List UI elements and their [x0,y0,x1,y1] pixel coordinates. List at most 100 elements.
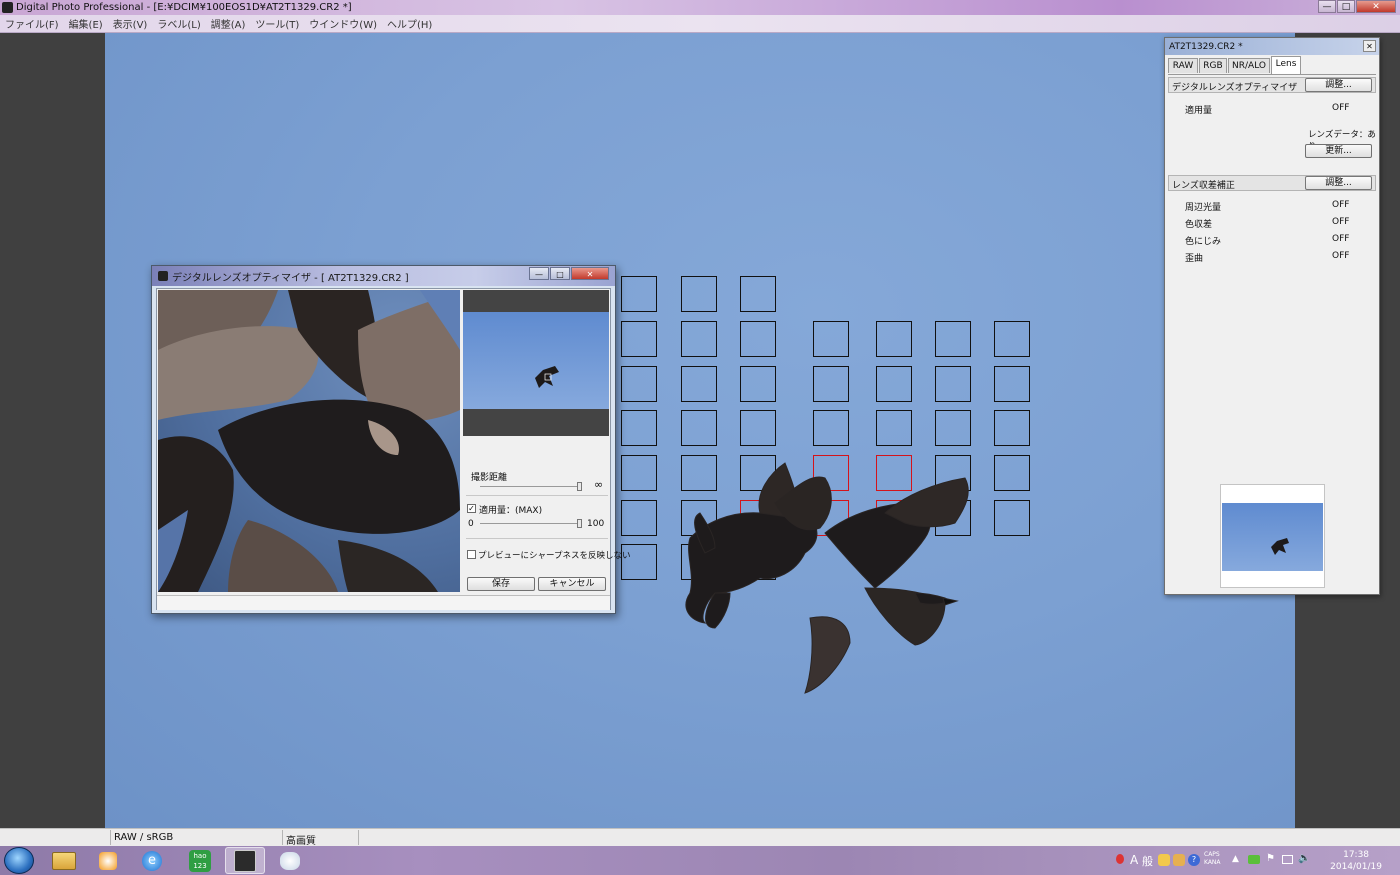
tab-lens[interactable]: Lens [1271,56,1301,74]
menu-view[interactable]: 表示(V) [113,16,148,31]
help-icon[interactable]: ? [1188,854,1200,866]
menu-tools[interactable]: ツール(T) [255,16,299,31]
tool-palette: AT2T1329.CR2 * ✕ RAW RGB NR/ALO Lens デジタ… [1164,37,1380,595]
ime-a-indicator[interactable]: A [1130,853,1138,867]
dialog-title-bar[interactable]: デジタルレンズオプティマイザ - [ AT2T1329.CR2 ] — □ ✕ [152,266,615,286]
palette-close-button[interactable]: ✕ [1363,40,1376,52]
media-player-taskbar-icon[interactable] [88,847,128,874]
aberration-section-header: レンズ収差補正 調整... [1168,175,1376,191]
network-icon[interactable] [1282,855,1293,864]
dpp-taskbar-icon[interactable] [225,847,265,874]
amount-label: 適用量：(MAX) [479,506,543,516]
status-separator [358,830,359,845]
amount-min: 0 [468,519,474,529]
dialog-minimize-button[interactable]: — [529,267,549,280]
dlo-section-header: デジタルレンズオプティマイザ 調整... [1168,77,1376,93]
apply-amount-label: 適用量 [1185,106,1213,116]
status-separator [282,830,283,845]
amount-checkbox[interactable]: ✓ [467,504,476,513]
clock[interactable]: 17:38 2014/01/19 [1330,849,1382,873]
menu-window[interactable]: ウインドウ(W) [309,16,377,31]
hao123-taskbar-icon[interactable]: hao 123 [180,847,220,874]
apply-amount-value: OFF [1332,103,1350,113]
aberration-adjust-button[interactable]: 調整... [1305,176,1372,190]
hao123-icon: hao 123 [189,849,211,872]
menu-file[interactable]: ファイル(F) [5,16,59,31]
dlo-section-label: デジタルレンズオプティマイザ [1172,83,1298,93]
menu-edit[interactable]: 編集(E) [69,16,103,31]
divider [466,538,608,539]
paint-taskbar-icon[interactable] [270,847,310,874]
app-title-bar: Digital Photo Professional - [E:¥DCIM¥10… [0,0,1400,15]
cancel-button[interactable]: キャンセル [538,577,606,591]
dialog-close-button[interactable]: ✕ [571,267,609,280]
color-blur-label: 色にじみ [1185,237,1222,247]
dialog-status-strip [157,595,610,610]
status-separator [110,830,111,845]
volume-icon[interactable]: 🔈 [1298,853,1310,864]
sharpness-checkbox[interactable] [467,550,476,559]
clock-date: 2014/01/19 [1330,862,1382,872]
dpp-app-icon [234,849,256,872]
show-hidden-icons[interactable]: ▲ [1232,854,1239,864]
folder-icon [52,851,76,870]
window-title: Digital Photo Professional - [E:¥DCIM¥10… [16,2,352,13]
chromatic-aberration-value: OFF [1332,217,1350,227]
update-button[interactable]: 更新... [1305,144,1372,158]
distortion-label: 歪曲 [1185,254,1204,264]
feather-detail-photo [158,290,460,592]
distance-slider-track[interactable] [480,486,580,487]
infinity-value: ∞ [594,478,604,491]
clock-time: 17:38 [1343,850,1370,860]
zoom-preview[interactable] [158,290,460,592]
color-blur-value: OFF [1332,234,1350,244]
peripheral-illumination-value: OFF [1332,200,1350,210]
kana-indicator: KANA [1204,859,1221,866]
start-button[interactable] [4,847,34,874]
menu-help[interactable]: ヘルプ(H) [387,16,432,31]
close-button[interactable]: ✕ [1356,0,1396,13]
distance-label: 撮影距離 [471,473,508,483]
distance-slider-thumb[interactable] [577,482,582,491]
action-center-flag-icon[interactable]: ⚑ [1266,853,1275,864]
media-player-icon [99,851,117,870]
tab-underline [1168,74,1376,75]
palette-navigator[interactable] [1220,484,1325,588]
minimize-button[interactable]: — [1318,0,1336,13]
palette-title-bar[interactable]: AT2T1329.CR2 * ✕ [1165,38,1379,55]
status-bar: RAW / sRGB 高画質 [0,828,1400,847]
dialog-title: デジタルレンズオプティマイザ - [ AT2T1329.CR2 ] [172,272,409,284]
ime-dictionary-icon[interactable] [1173,854,1185,866]
ime-mode-indicator[interactable]: 般 [1142,853,1153,869]
peripheral-illumination-label: 周辺光量 [1185,203,1222,213]
amount-max: 100 [587,519,605,529]
camera-icon [158,271,168,281]
maximize-button[interactable]: □ [1337,0,1355,13]
dlo-dialog: デジタルレンズオプティマイザ - [ AT2T1329.CR2 ] — □ ✕ [151,265,631,614]
explorer-taskbar-icon[interactable] [44,847,84,874]
sharpness-label: プレビューにシャープネスを反映しない [478,551,631,561]
ie-taskbar-icon[interactable]: e [132,847,172,874]
internet-explorer-icon: e [142,850,162,871]
divider [466,495,608,496]
dialog-maximize-button[interactable]: □ [550,267,570,280]
nvidia-icon[interactable] [1248,855,1260,864]
color-mode-status: RAW / sRGB [114,832,174,843]
aberration-section-label: レンズ収差補正 [1172,181,1235,191]
palette-thumb-crow [1271,538,1289,555]
navigator-thumbnail[interactable] [463,290,609,436]
notification-icon[interactable] [1116,854,1124,864]
tab-nr-alo[interactable]: NR/ALO [1228,58,1270,73]
dlo-adjust-button[interactable]: 調整... [1305,78,1372,92]
tab-rgb[interactable]: RGB [1199,58,1227,73]
menu-label[interactable]: ラベル(L) [157,16,200,31]
save-button[interactable]: 保存 [467,577,535,591]
amount-slider-thumb[interactable] [577,519,582,528]
menu-adjust[interactable]: 調整(A) [211,16,246,31]
navigator-crow [535,366,559,388]
ime-tool-icon[interactable] [1158,854,1170,866]
palette-title: AT2T1329.CR2 * [1169,41,1243,52]
tab-raw[interactable]: RAW [1168,58,1198,73]
amount-slider-track[interactable] [480,523,580,524]
paint-icon [280,851,300,870]
